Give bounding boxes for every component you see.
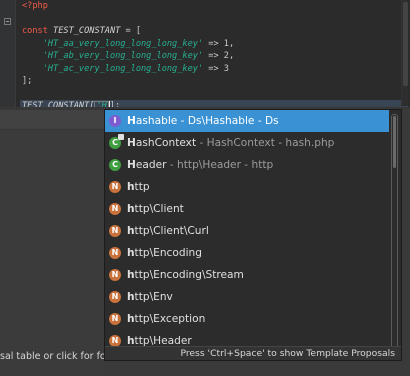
proposal-match-text: h: [127, 247, 135, 259]
proposal-item[interactable]: Nhttp: [105, 176, 389, 198]
code-text[interactable]: <?php const TEST_CONSTANT = [ 'HT_aa_very…: [20, 0, 410, 113]
code-token: <?php: [22, 1, 48, 11]
proposal-item[interactable]: Nhttp\Encoding\Stream: [105, 264, 389, 286]
namespace-icon: N: [109, 313, 121, 325]
overlay-icon: [118, 134, 124, 140]
namespace-icon: N: [109, 247, 121, 259]
proposal-item[interactable]: Nhttp\Client\Curl: [105, 220, 389, 242]
code-line[interactable]: 'HT_ab_very_long_long_long_key' => 2,: [22, 50, 410, 63]
proposal-match-text: h: [127, 313, 135, 325]
proposal-item[interactable]: Nhttp\Exception: [105, 308, 389, 330]
proposal-match-text: H: [127, 137, 136, 149]
code-token: =>: [203, 51, 224, 61]
proposal-name: ttp\Encoding\Stream: [134, 269, 244, 281]
proposal-name: ashable - Ds\Hashable - Ds: [135, 115, 279, 127]
proposal-item[interactable]: C HashContext - HashContext - hash.php: [105, 132, 389, 154]
proposal-name: ttp\Exception: [134, 313, 206, 325]
proposal-list[interactable]: I Hashable - Ds\Hashable - Ds C HashContext…: [105, 110, 389, 352]
proposal-scrollbar[interactable]: [391, 114, 398, 350]
proposal-name: ttp\Client\Curl: [134, 225, 209, 237]
class-icon: C: [109, 159, 121, 171]
code-token: = [: [120, 26, 142, 36]
proposal-detail: - http\Header - http: [166, 159, 274, 171]
popup-footer-hint: Press 'Ctrl+Space' to show Template Prop…: [105, 346, 401, 360]
code-token: =>: [203, 38, 224, 49]
proposal-item[interactable]: I Hashable - Ds\Hashable - Ds: [105, 110, 389, 132]
code-token: TEST_CONSTANT: [53, 26, 121, 36]
proposal-match-text: H: [127, 159, 136, 171]
code-token: =>: [203, 63, 224, 74]
proposal-scrollbar-thumb[interactable]: [393, 116, 396, 168]
status-hint-text: sal table or click for focus: [0, 351, 105, 362]
code-line[interactable]: ];: [22, 75, 410, 88]
proposal-match-text: h: [127, 269, 135, 281]
code-line[interactable]: 'HT_aa_very_long_long_long_key' => 1,: [22, 38, 410, 51]
editor-scrollbar-thumb[interactable]: [403, 2, 408, 86]
code-line[interactable]: [22, 88, 410, 101]
proposal-name: ttp\Env: [134, 291, 173, 303]
proposal-name: ttp\Client: [134, 203, 184, 215]
code-token: 'HT_aa_very_long_long_long_key': [42, 38, 204, 49]
code-line[interactable]: <?php: [22, 0, 410, 13]
code-line[interactable]: const TEST_CONSTANT = [: [22, 25, 410, 38]
proposal-name: ttp\Encoding: [134, 247, 202, 259]
proposal-item[interactable]: C Header - http\Header - http: [105, 154, 389, 176]
content-assist-popup[interactable]: I Hashable - Ds\Hashable - Ds C HashContext…: [104, 109, 402, 361]
code-token: 3: [223, 63, 229, 74]
code-line[interactable]: [22, 13, 410, 26]
proposal-match-text: h: [127, 203, 135, 215]
proposal-item[interactable]: Nhttp\Env: [105, 286, 389, 308]
proposal-name: ashContext: [135, 137, 197, 149]
code-token: 1,: [223, 38, 235, 49]
proposal-name: eader: [135, 159, 167, 171]
proposal-item[interactable]: Nhttp\Client: [105, 198, 389, 220]
namespace-icon: N: [109, 225, 121, 237]
fold-collapse-icon[interactable]: [4, 18, 11, 25]
proposal-match-text: h: [127, 291, 135, 303]
code-editor[interactable]: <?php const TEST_CONSTANT = [ 'HT_aa_very…: [16, 0, 410, 113]
interface-icon: I: [109, 115, 121, 127]
namespace-icon: N: [109, 291, 121, 303]
proposal-match-text: H: [127, 115, 136, 127]
proposal-name: ttp: [134, 181, 150, 193]
code-token: 'HT_ac_very_long_long_long_key': [42, 63, 204, 74]
namespace-icon: N: [109, 203, 121, 215]
proposal-detail: - HashContext - hash.php: [196, 137, 335, 149]
proposal-match-text: h: [127, 181, 135, 193]
side-view[interactable]: sal table or click for focus: [0, 110, 105, 376]
namespace-icon: N: [109, 269, 121, 281]
code-token: 'HT_ab_very_long_long_long_key': [42, 51, 204, 61]
editor-vertical-scrollbar[interactable]: [401, 0, 408, 106]
namespace-icon: N: [109, 181, 121, 193]
side-view-header: [0, 110, 104, 130]
code-token: 2,: [223, 51, 235, 61]
code-line[interactable]: 'HT_ac_very_long_long_long_key' => 3: [22, 63, 410, 76]
proposal-item[interactable]: Nhttp\Encoding: [105, 242, 389, 264]
code-token: ];: [22, 76, 33, 86]
code-token: const: [22, 26, 54, 36]
proposal-match-text: h: [127, 225, 135, 237]
class-icon: C: [109, 134, 124, 149]
